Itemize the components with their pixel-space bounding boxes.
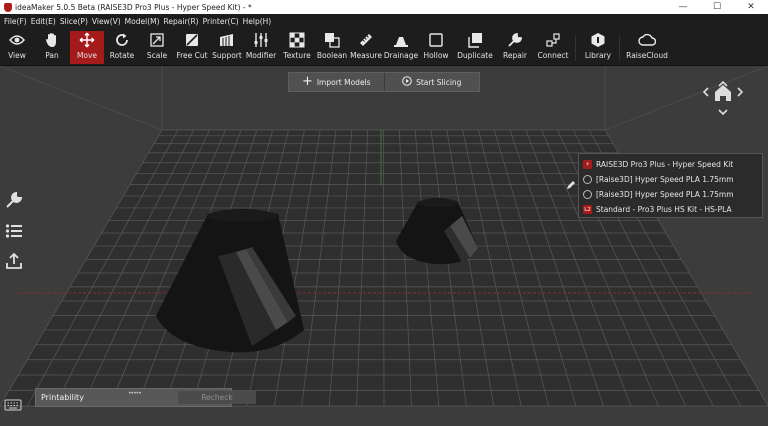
- nav-down-arrow-icon: [718, 109, 728, 116]
- tool-texture[interactable]: Texture: [282, 31, 312, 64]
- menu-bar: File(F) Edit(E) Slice(P) View(V) Model(M…: [0, 14, 768, 29]
- edit-profile-icon[interactable]: [566, 180, 576, 190]
- minimize-button[interactable]: —: [666, 0, 700, 14]
- tool-measure[interactable]: Measure: [350, 31, 382, 64]
- home-icon: [715, 85, 731, 101]
- tool-pan[interactable]: Pan: [37, 31, 67, 64]
- tool-rotate[interactable]: Rotate: [107, 31, 137, 64]
- boolean-icon: [323, 31, 341, 49]
- action-bar: + Import Models Start Slicing: [288, 72, 480, 92]
- print-profile-panel: ⚡ RAISE3D Pro3 Plus - Hyper Speed Kit [R…: [578, 153, 763, 218]
- start-slicing-button[interactable]: Start Slicing: [383, 73, 480, 91]
- nav-right-arrow-icon: [737, 87, 744, 97]
- tool-move[interactable]: Move: [70, 31, 104, 64]
- hollow-icon: [427, 31, 445, 49]
- printer-profile-row[interactable]: ⚡ RAISE3D Pro3 Plus - Hyper Speed Kit: [583, 157, 762, 172]
- hand-icon: [43, 31, 61, 49]
- window-title: ideaMaker 5.0.5 Beta (RAISE3D Pro3 Plus …: [15, 2, 252, 12]
- upload-icon[interactable]: [4, 251, 24, 271]
- view-navigation-control[interactable]: [700, 80, 746, 120]
- tool-scale[interactable]: Scale: [143, 31, 171, 64]
- menu-slice[interactable]: Slice(P): [58, 17, 90, 26]
- tool-repair[interactable]: Repair: [500, 31, 530, 64]
- plus-icon: +: [301, 74, 313, 89]
- cut-icon: [183, 31, 201, 49]
- tool-raisecloud[interactable]: RaiseCloud: [626, 31, 668, 64]
- library-icon: [589, 31, 607, 49]
- toolbar-divider: [575, 35, 576, 61]
- move-arrows-icon: [78, 31, 96, 49]
- tool-duplicate[interactable]: Duplicate: [457, 31, 493, 64]
- filament-spool-icon: [583, 175, 592, 184]
- print-template-row[interactable]: L2 Standard - Pro3 Plus HS Kit - HS-PLA: [583, 202, 762, 217]
- maximize-button[interactable]: ☐: [700, 0, 734, 14]
- menu-help[interactable]: Help(H): [241, 17, 274, 26]
- build-plate-scene: [0, 66, 768, 407]
- toolbar-divider: [619, 35, 620, 61]
- nav-left-arrow-icon: [702, 87, 709, 97]
- build-plate-viewport[interactable]: [0, 66, 768, 426]
- import-models-button[interactable]: + Import Models: [289, 73, 384, 91]
- eye-icon: [8, 31, 26, 49]
- tool-hollow[interactable]: Hollow: [421, 31, 451, 64]
- duplicate-icon: [466, 31, 484, 49]
- cloud-icon: [638, 31, 656, 49]
- sliders-icon: [252, 31, 270, 49]
- connect-icon: [544, 31, 562, 49]
- app-logo-icon: [4, 2, 12, 12]
- tool-free-cut[interactable]: Free Cut: [175, 31, 209, 64]
- play-circle-icon: [402, 76, 412, 88]
- main-toolbar: View Pan Move Rotate Scale Free Cut Supp…: [0, 29, 768, 66]
- tool-support[interactable]: Support: [211, 31, 243, 64]
- printer-lightning-icon: ⚡: [583, 160, 592, 169]
- checker-icon: [288, 31, 306, 49]
- menu-repair[interactable]: Repair(R): [162, 17, 201, 26]
- drainage-icon: [392, 31, 410, 49]
- tool-modifier[interactable]: Modifier: [245, 31, 277, 64]
- tool-drainage[interactable]: Drainage: [384, 31, 418, 64]
- object-list-icon[interactable]: [4, 221, 24, 241]
- menu-edit[interactable]: Edit(E): [29, 17, 58, 26]
- printability-title: Printability: [41, 393, 84, 402]
- support-icon: [218, 31, 236, 49]
- filament-right-row[interactable]: [Raise3D] Hyper Speed PLA 1.75mm: [583, 187, 762, 202]
- menu-model[interactable]: Model(M): [123, 17, 162, 26]
- menu-printer[interactable]: Printer(C): [201, 17, 241, 26]
- title-bar: ideaMaker 5.0.5 Beta (RAISE3D Pro3 Plus …: [0, 0, 768, 14]
- keyboard-shortcuts-icon[interactable]: [4, 398, 22, 412]
- filament-spool-icon: [583, 190, 592, 199]
- tool-boolean[interactable]: Boolean: [316, 31, 348, 64]
- recheck-button[interactable]: Recheck: [178, 391, 256, 404]
- drag-handle-icon[interactable]: •••••: [128, 390, 142, 397]
- tool-connect[interactable]: Connect: [537, 31, 569, 64]
- rotate-icon: [113, 31, 131, 49]
- settings-wrench-icon[interactable]: [4, 190, 24, 210]
- template-level-badge: L2: [583, 205, 592, 214]
- ruler-icon: [357, 31, 375, 49]
- menu-file[interactable]: File(F): [2, 17, 29, 26]
- scale-icon: [148, 31, 166, 49]
- tool-library[interactable]: Library: [582, 31, 614, 64]
- wrench-icon: [506, 31, 524, 49]
- filament-left-row[interactable]: [Raise3D] Hyper Speed PLA 1.75mm: [583, 172, 762, 187]
- close-button[interactable]: ✕: [734, 0, 768, 14]
- menu-view[interactable]: View(V): [90, 17, 123, 26]
- printability-panel: Printability ••••• Recheck: [35, 388, 256, 407]
- tool-view[interactable]: View: [2, 31, 32, 64]
